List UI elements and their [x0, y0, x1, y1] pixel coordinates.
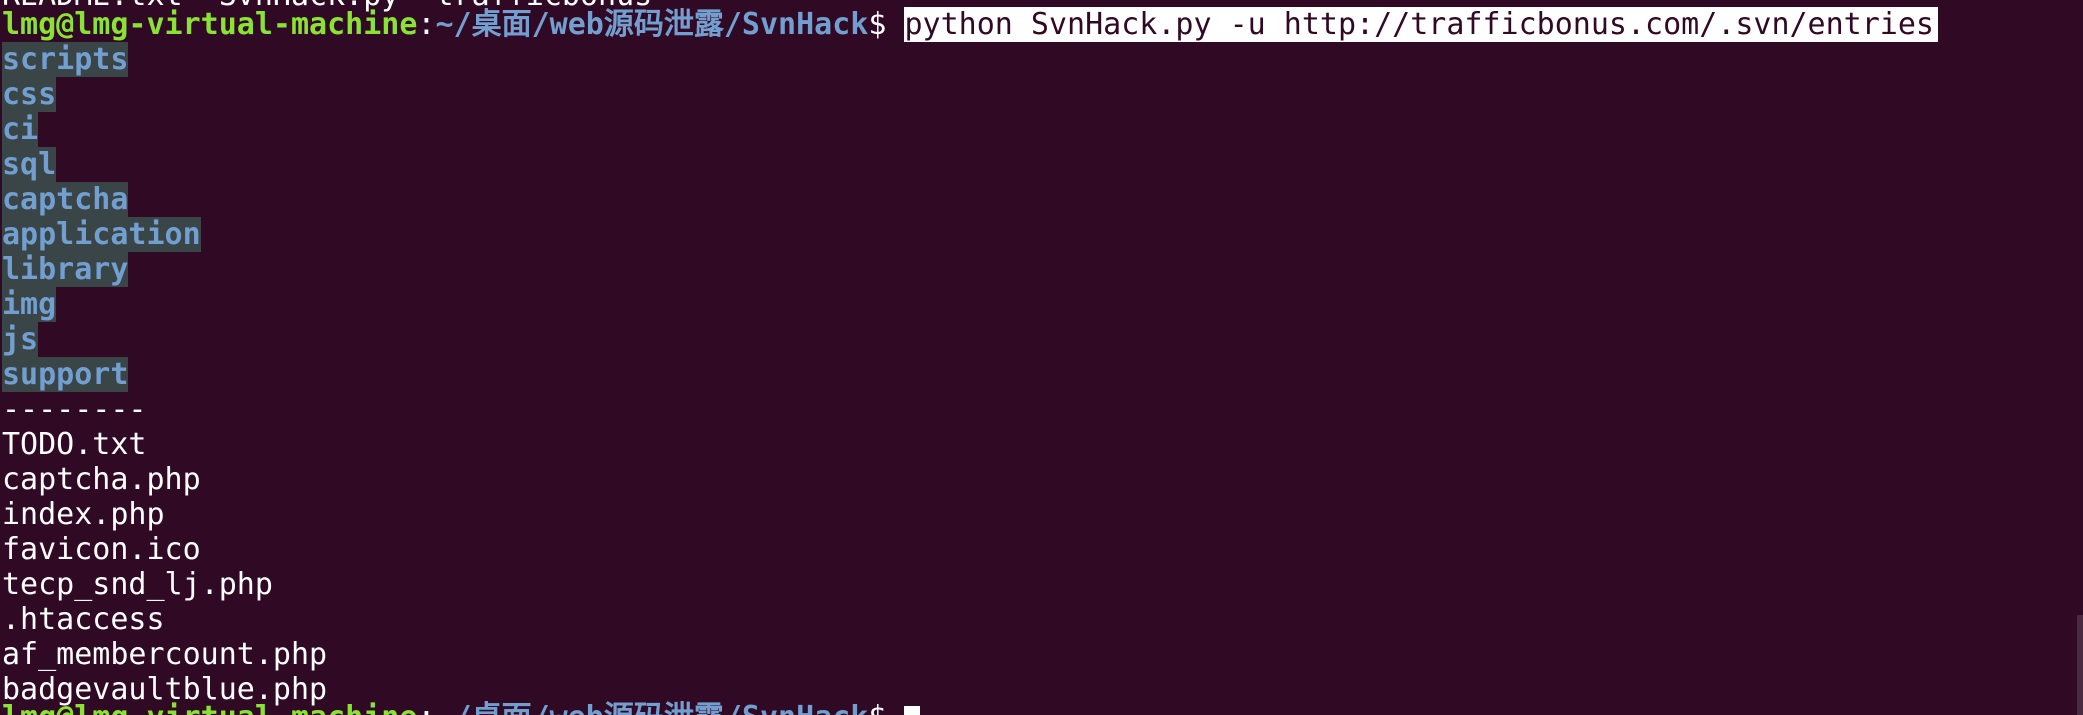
directory-name: captcha [2, 182, 129, 217]
output-separator: -------- [2, 392, 147, 427]
file-entry: favicon.ico [2, 532, 201, 567]
directory-entry: img [0, 287, 327, 322]
directory-entry: css [0, 77, 327, 112]
scrollbar-edge[interactable] [2077, 615, 2083, 715]
directory-entry: library [0, 252, 327, 287]
directory-entry: support [0, 357, 327, 392]
directory-name: img [2, 287, 57, 322]
prompt-user-host: lmg@lmg-virtual-machine [2, 7, 418, 42]
prompt-path: ~/桌面/web源码泄露/SvnHack [435, 700, 868, 715]
file-entry: .htaccess [2, 602, 165, 637]
text-cursor [904, 705, 921, 715]
prompt-path: ~/桌面/web源码泄露/SvnHack [435, 7, 869, 42]
directory-name: scripts [2, 42, 129, 77]
directory-entry: ci [0, 112, 327, 147]
prompt-dollar: $ [868, 700, 904, 715]
prompt-dollar: $ [868, 7, 905, 42]
file-entry: af_membercount.php [2, 637, 328, 672]
directory-name: sql [2, 147, 57, 182]
prompt-colon: : [417, 700, 435, 715]
directory-name: css [2, 77, 57, 112]
next-prompt-line[interactable]: lmg@lmg-virtual-machine:~/桌面/web源码泄露/Svn… [0, 700, 921, 715]
terminal-window[interactable]: README.txt SvnHack.py trafficbonus lmg@l… [0, 0, 2083, 715]
prompt-user-host: lmg@lmg-virtual-machine [2, 700, 417, 715]
file-entry: TODO.txt [2, 427, 147, 462]
directory-name: application [2, 217, 201, 252]
directory-name: support [2, 357, 129, 392]
directory-entry: captcha [0, 182, 327, 217]
directory-entry: sql [0, 147, 327, 182]
directory-name: ci [2, 112, 39, 147]
directory-entry: scripts [0, 42, 327, 77]
directory-entry: application [0, 217, 327, 252]
directory-name: library [2, 252, 129, 287]
directory-entry: js [0, 322, 327, 357]
file-entry: tecp_snd_lj.php [2, 567, 273, 602]
file-entry: captcha.php [2, 462, 201, 497]
command-output: scripts css ci sql captcha application l… [0, 42, 327, 707]
directory-name: js [2, 322, 39, 357]
prompt-line: lmg@lmg-virtual-machine:~/桌面/web源码泄露/Svn… [0, 7, 2083, 42]
file-entry: index.php [2, 497, 165, 532]
prompt-colon: : [417, 7, 436, 42]
selected-command-text[interactable]: python SvnHack.py -u http://trafficbonus… [904, 7, 1938, 42]
